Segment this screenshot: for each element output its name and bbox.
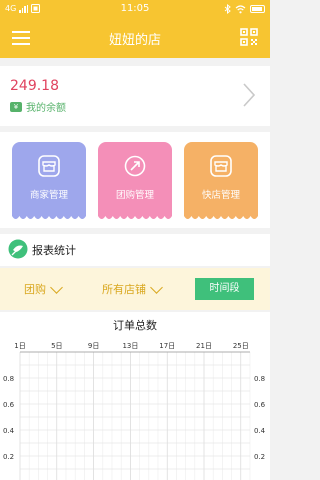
battery-icon (250, 5, 265, 13)
page-title: 妞妞的店 (108, 33, 161, 48)
x-tick-label: 21日 (196, 342, 212, 350)
tile-label: 商家管理 (29, 190, 68, 201)
type-dropdown[interactable]: 团购 (24, 280, 63, 297)
y-tick-label-right: 0.4 (254, 427, 266, 435)
chart-leaf-icon (8, 239, 28, 259)
tile-merchant-management[interactable]: 商家管理 (12, 142, 86, 219)
chevron-down-icon (150, 280, 163, 294)
report-title: 报表统计 (32, 244, 76, 257)
y-tick-label-right: 0.8 (254, 375, 265, 383)
bluetooth-icon (224, 4, 231, 14)
y-tick-label-right: 0.2 (254, 453, 265, 461)
tile-wave-edge (98, 213, 172, 219)
time-range-button[interactable]: 时间段 (195, 278, 254, 300)
chart-plot: 1日 5日 9日 13日 17日 21日 25日 0.8 0.6 0.4 0.2 0.8 0.6 0.4 0… (3, 342, 266, 480)
header-bar: 妞妞的店 (0, 18, 270, 58)
shop-icon (38, 155, 60, 177)
y-tick-label-left: 0.6 (3, 401, 15, 409)
tile-label: 团购管理 (115, 190, 154, 201)
money-icon: ¥ (10, 101, 22, 112)
qr-scan-icon[interactable] (240, 28, 258, 46)
arrow-circle-icon (124, 155, 146, 177)
report-section-header: 报表统计 (0, 234, 270, 266)
wifi-icon (235, 4, 246, 13)
management-tiles: 商家管理 团购管理 快店管理 (0, 132, 270, 228)
balance-card[interactable]: 249.18 ¥ 我的余额 (0, 66, 270, 126)
tile-wave-edge (12, 213, 86, 219)
y-tick-label-right: 0.6 (254, 401, 266, 409)
y-tick-label-left: 0.2 (3, 453, 14, 461)
tile-group-buy-management[interactable]: 团购管理 (98, 142, 172, 219)
store-dropdown-value: 所有店铺 (102, 283, 146, 296)
x-tick-label: 25日 (233, 342, 249, 350)
x-tick-label: 5日 (51, 342, 62, 350)
filter-bar: 团购 所有店铺 时间段 (0, 268, 270, 310)
tile-quick-store-management[interactable]: 快店管理 (184, 142, 258, 219)
y-tick-label-left: 0.4 (3, 427, 15, 435)
store-dropdown[interactable]: 所有店铺 (102, 280, 163, 297)
status-bar: 4G 11:05 (0, 0, 270, 18)
chevron-right-icon (243, 83, 256, 107)
order-total-chart: 订单总数 1日 5日 9日 13日 17日 21日 25日 0.8 0.6 0.4 0.2 0.8 0.… (0, 312, 270, 480)
x-tick-label: 13日 (122, 342, 138, 350)
tile-label: 快店管理 (201, 190, 240, 201)
balance-label: 我的余额 (26, 103, 66, 114)
shop-icon (210, 155, 232, 177)
y-tick-label-left: 0.8 (3, 375, 14, 383)
x-tick-label: 9日 (88, 342, 99, 350)
balance-label-row: ¥ 我的余额 (10, 99, 66, 114)
x-tick-label: 1日 (14, 342, 25, 350)
tile-wave-edge (184, 213, 258, 219)
type-dropdown-value: 团购 (24, 283, 46, 296)
balance-amount: 249.18 (10, 78, 59, 94)
chevron-down-icon (50, 280, 63, 294)
x-tick-label: 17日 (159, 342, 175, 350)
